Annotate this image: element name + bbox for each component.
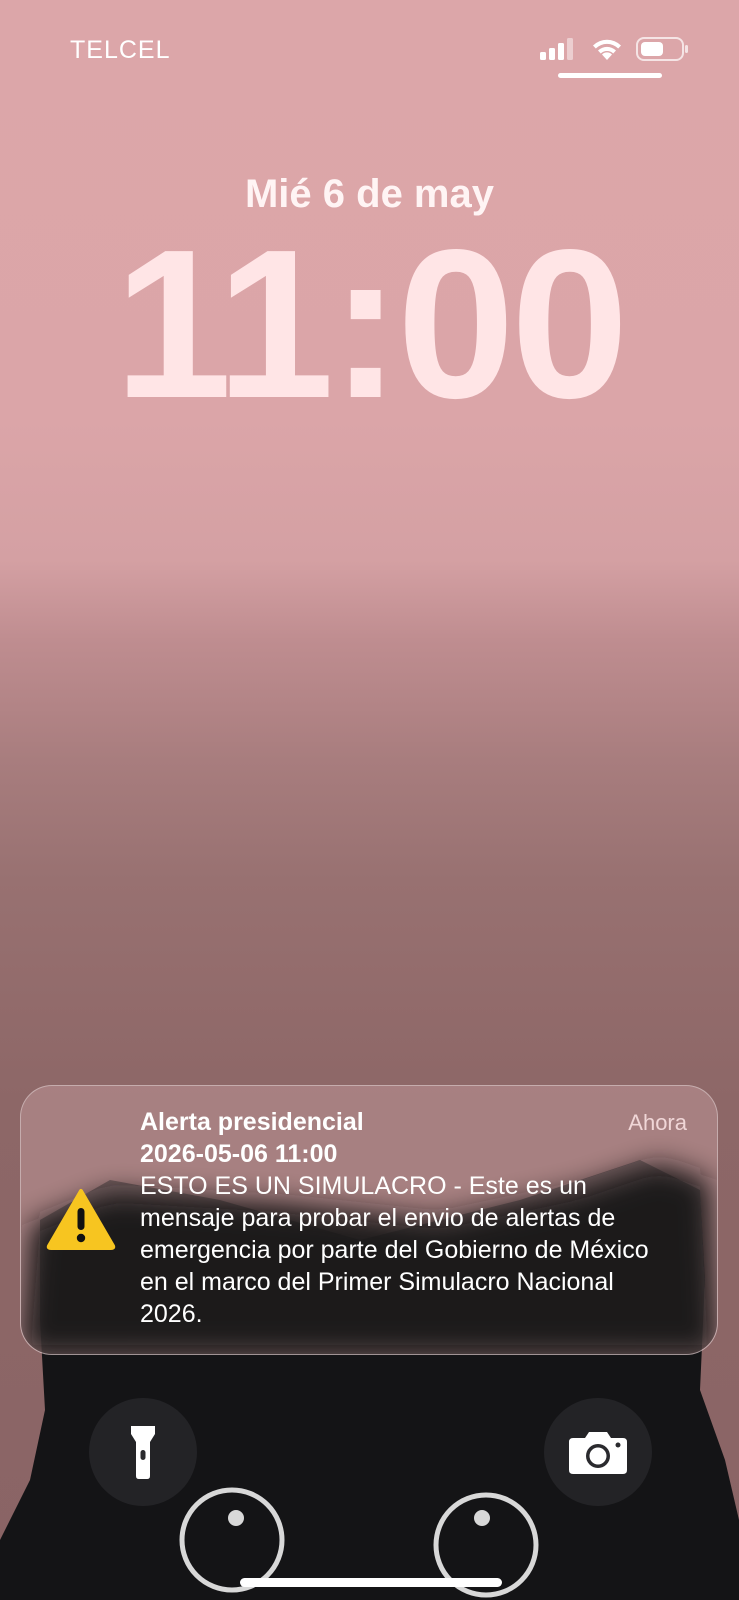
status-underline	[558, 73, 662, 78]
wifi-icon	[593, 39, 621, 60]
notification-body: ESTO ES UN SIMULACRO - Este es un mensaj…	[140, 1172, 649, 1328]
clock: 11:00	[114, 205, 629, 442]
notification-content: Alerta presidencial 2026-05-06 11:00 EST…	[140, 1106, 670, 1330]
notification-title: Alerta presidencial	[140, 1108, 364, 1136]
warning-icon	[46, 1189, 116, 1250]
camera-button[interactable]	[544, 1398, 652, 1506]
notification-subtitle: 2026-05-06 11:00	[140, 1140, 338, 1168]
camera-icon	[569, 1432, 627, 1474]
lock-screen: TELCEL Mié 6 de may 11:00 Alerta preside…	[0, 0, 739, 1600]
status-bar: TELCEL	[0, 0, 739, 90]
notification-time: Ahora	[628, 1110, 687, 1135]
home-indicator[interactable]	[240, 1578, 502, 1587]
flashlight-icon	[131, 1426, 155, 1479]
flashlight-button[interactable]	[89, 1398, 197, 1506]
battery-icon	[636, 37, 688, 61]
cellular-signal-icon	[540, 38, 573, 60]
carrier-name: TELCEL	[70, 36, 171, 64]
